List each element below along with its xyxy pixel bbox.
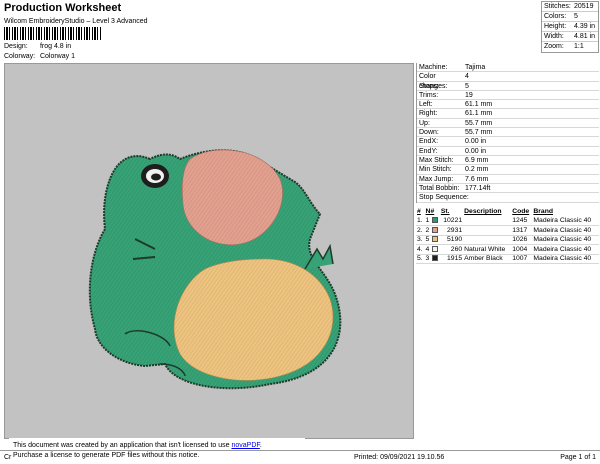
machine-info-panel: Machine: Tajima Color changes: 4 Stops: 5 T…	[416, 63, 599, 203]
stop-row: 3. 5 5190 1026 Madeira Classic 40	[416, 235, 599, 245]
page-footer: Cr Printed: 09/09/2021 19.10.56 Page 1 o…	[0, 450, 600, 464]
col-brand: Brand	[533, 208, 554, 215]
stop-stitches: 2931	[439, 225, 464, 236]
design-stats-box: Stitches: 20519 Colors: 5 Height: 4.39 in W…	[541, 1, 599, 53]
stop-index: 4.	[416, 244, 425, 255]
stop-sequence-heading: Stop Sequence:	[417, 193, 599, 203]
footer-left: Cr	[4, 454, 12, 461]
info-row: Up: 55.7 mm	[417, 119, 599, 129]
design-label: Design:	[4, 43, 28, 50]
info-row: Max Stitch: 6.9 mm	[417, 156, 599, 166]
thread-color-icon	[431, 255, 438, 262]
stop-description: Amber Black	[463, 254, 512, 264]
info-row: Min Stitch: 0.2 mm	[417, 165, 599, 175]
color-swatch	[430, 235, 440, 245]
stop-stitches: 260	[439, 244, 464, 255]
stop-stitches: 1915	[439, 254, 464, 264]
colorway-meta: Colorway: Colorway 1	[4, 53, 75, 60]
stop-index: 3.	[416, 235, 425, 245]
info-row: Trims: 19	[417, 91, 599, 101]
col-index: #	[417, 208, 421, 215]
stop-code: 1007	[511, 254, 533, 264]
info-row: Color changes: 4	[417, 72, 599, 90]
stop-row: 5. 3 1915 Amber Black 1007 Madeira Classic 40	[416, 254, 599, 264]
stop-description	[463, 235, 512, 245]
stat-colors: Colors: 5	[542, 12, 598, 22]
thread-color-icon	[431, 236, 438, 243]
colorway-label: Colorway:	[4, 53, 36, 60]
stop-index: 2.	[416, 225, 425, 236]
stop-table-header: # N# St. Description Code Brand	[416, 207, 599, 216]
info-row: Machine: Tajima	[417, 63, 599, 73]
color-swatch	[430, 216, 440, 226]
barcode	[4, 27, 102, 40]
stop-stitches: 10221	[439, 216, 464, 226]
software-subtitle: Wilcom EmbroideryStudio – Level 3 Advanc…	[4, 18, 148, 25]
col-description: Description	[464, 208, 502, 215]
info-row: Total Bobbin: 177.14ft	[417, 184, 599, 194]
stop-brand: Madeira Classic 40	[532, 216, 599, 226]
info-row: EndX: 0.00 in	[417, 137, 599, 147]
stop-row: 1. 1 10221 1245 Madeira Classic 40	[416, 216, 599, 226]
stop-stitches: 5190	[439, 235, 464, 245]
novapdf-link[interactable]: novaPDF	[231, 442, 259, 449]
color-swatch	[430, 225, 440, 236]
stop-row: 2. 2 2931 1317 Madeira Classic 40	[416, 225, 599, 236]
info-row: Stops: 5	[417, 82, 599, 91]
stop-brand: Madeira Classic 40	[532, 254, 599, 264]
worksheet-title: Production Worksheet	[4, 2, 122, 14]
stop-description	[463, 225, 512, 236]
colorway-value: Colorway 1	[39, 53, 75, 60]
stat-stitches: Stitches: 20519	[542, 2, 598, 12]
thread-color-icon	[431, 217, 438, 224]
thread-color-icon	[431, 245, 438, 252]
stop-code: 1245	[511, 216, 533, 226]
design-value: frog 4.8 in	[39, 43, 72, 50]
color-swatch	[430, 254, 440, 264]
stop-code: 1004	[511, 244, 533, 255]
thread-color-icon	[431, 226, 438, 233]
stop-code: 1026	[511, 235, 533, 245]
stop-description	[463, 216, 512, 226]
info-row: EndY: 0.00 in	[417, 147, 599, 156]
stop-code: 1317	[511, 225, 533, 236]
col-code: Code	[512, 208, 530, 215]
info-row: Left: 61.1 mm	[417, 100, 599, 110]
color-swatch	[430, 244, 440, 255]
stat-width: Width: 4.81 in	[542, 32, 598, 42]
stat-height: Height: 4.39 in	[542, 22, 598, 32]
info-row: Right: 61.1 mm	[417, 109, 599, 119]
stop-index: 1.	[416, 216, 425, 226]
stop-row: 4. 4 260 Natural White 1004 Madeira Classic 4…	[416, 244, 599, 255]
info-row: Max Jump: 7.6 mm	[417, 175, 599, 184]
stop-sequence-table: # N# St. Description Code Brand 1. 1 10221…	[416, 207, 599, 264]
col-needle: N#	[425, 208, 435, 215]
stop-brand: Madeira Classic 40	[532, 244, 599, 255]
stop-index: 5.	[416, 254, 425, 264]
design-preview	[4, 63, 414, 439]
stop-brand: Madeira Classic 40	[532, 235, 599, 245]
col-stitches: St.	[440, 208, 450, 215]
page-number: Page 1 of 1	[560, 454, 596, 461]
stat-zoom: Zoom: 1:1	[544, 43, 584, 50]
stop-description: Natural White	[463, 244, 512, 255]
info-row: Down: 55.7 mm	[417, 128, 599, 138]
frog-embroidery-image	[88, 149, 342, 390]
stop-brand: Madeira Classic 40	[532, 225, 599, 236]
design-meta: Design: frog 4.8 in	[4, 43, 71, 50]
printed-timestamp: Printed: 09/09/2021 19.10.56	[354, 454, 445, 461]
